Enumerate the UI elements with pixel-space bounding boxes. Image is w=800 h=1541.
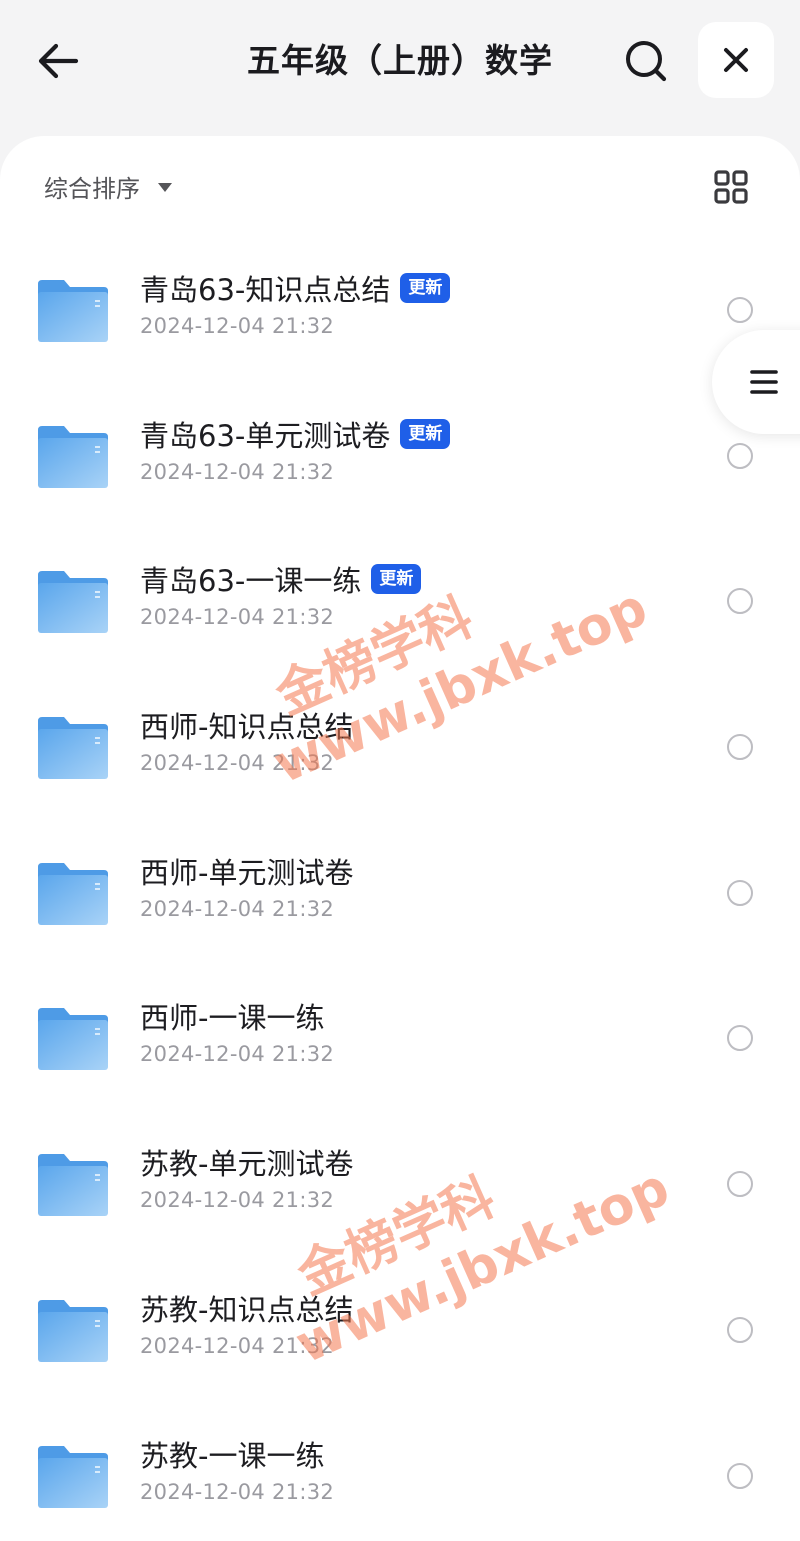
sort-toolbar: 综合排序 [0,136,800,236]
file-name: 青岛63-一课一练 [140,564,362,599]
file-date: 2024-12-04 21:32 [140,605,335,630]
file-date: 2024-12-04 21:32 [140,1479,335,1504]
sort-dropdown[interactable]: 综合排序 [44,164,172,208]
file-row[interactable]: 西师-单元测试卷 2024-12-04 21:32 [0,819,800,965]
folder-icon [38,1445,108,1508]
close-button[interactable] [698,22,774,98]
file-name-line: 青岛63-一课一练 更新 [140,557,422,601]
file-name-line: 西师-一课一练 [140,994,324,1038]
file-row[interactable]: 苏教-知识点总结 2024-12-04 21:32 [0,1256,800,1402]
close-icon [724,48,748,72]
file-name: 西师-一课一练 [140,1001,325,1036]
grid-view-button[interactable] [706,162,756,212]
file-date: 2024-12-04 21:32 [140,314,335,338]
file-date: 2024-12-04 21:32 [140,459,335,484]
folder-icon [38,1008,108,1071]
folder-icon [38,862,108,925]
file-row[interactable]: 青岛63-一课一练 更新 2024-12-04 21:32 [0,527,800,673]
file-name: 西师-知识点总结 [140,710,354,745]
update-badge: 更新 [371,564,422,595]
select-radio[interactable] [727,297,753,323]
search-button[interactable] [618,36,674,86]
file-name: 青岛63-单元测试卷 [140,418,391,453]
arrow-left-icon [38,43,79,79]
file-date: 2024-12-04 21:32 [140,1188,335,1213]
page-title: 五年级（上册）数学 [247,41,553,80]
select-radio[interactable] [727,1171,753,1198]
file-name-line: 苏教-知识点总结 [140,1286,353,1330]
folder-icon [38,1299,108,1362]
search-icon [626,41,667,82]
menu-icon [750,370,778,394]
file-name: 苏教-知识点总结 [140,1292,354,1327]
file-list: 青岛63-知识点总结 更新 2024-12-04 21:32 青岛63-单元测试卷 更新… [0,236,800,1541]
file-row[interactable]: 西师-知识点总结 2024-12-04 21:32 [0,673,800,819]
folder-icon [38,280,108,342]
file-name-line: 西师-知识点总结 [140,703,353,747]
update-badge: 更新 [400,273,451,303]
update-badge: 更新 [400,418,451,449]
file-name: 苏教-单元测试卷 [140,1147,354,1182]
select-radio[interactable] [727,734,753,761]
sort-label: 综合排序 [44,174,140,203]
back-button[interactable] [30,36,86,86]
file-name: 西师-单元测试卷 [140,855,354,890]
file-date: 2024-12-04 21:32 [140,896,335,921]
file-date: 2024-12-04 21:32 [140,1042,335,1067]
caret-down-icon [158,182,172,192]
file-name-line: 苏教-一课一练 [140,1432,324,1476]
select-radio[interactable] [727,1025,753,1052]
file-row[interactable]: 苏教-单元测试卷 2024-12-04 21:32 [0,1110,800,1256]
file-row[interactable]: 西师-一课一练 2024-12-04 21:32 [0,964,800,1110]
file-name: 青岛63-知识点总结 [140,273,391,307]
select-radio[interactable] [727,1462,753,1489]
file-date: 2024-12-04 21:32 [140,1333,335,1358]
folder-icon [38,425,108,488]
file-row[interactable]: 青岛63-单元测试卷 更新 2024-12-04 21:32 [0,382,800,528]
file-name: 苏教-一课一练 [140,1438,325,1473]
select-radio[interactable] [727,1316,753,1343]
file-row[interactable]: 苏教-一课一练 2024-12-04 21:32 [0,1402,800,1541]
select-radio[interactable] [727,442,753,469]
grid-view-icon [714,170,748,204]
file-date: 2024-12-04 21:32 [140,751,335,776]
file-row[interactable]: 青岛63-知识点总结 更新 2024-12-04 21:32 [0,236,800,382]
file-browser-screen: 五年级（上册）数学 综合排序 青岛63-知识点总结 更新 2024-12-04 … [0,0,800,1541]
file-name-line: 苏教-单元测试卷 [140,1140,353,1184]
file-name-line: 青岛63-单元测试卷 更新 [140,412,451,456]
select-radio[interactable] [727,588,753,615]
top-bar: 五年级（上册）数学 [0,0,800,130]
file-name-line: 青岛63-知识点总结 更新 [140,266,451,310]
folder-icon [38,717,108,780]
folder-icon [38,571,108,634]
select-radio[interactable] [727,879,753,906]
file-list-card: 综合排序 青岛63-知识点总结 更新 2024-12-04 21:32 青岛63-单元… [0,136,800,1541]
folder-icon [38,1154,108,1217]
file-name-line: 西师-单元测试卷 [140,849,353,893]
